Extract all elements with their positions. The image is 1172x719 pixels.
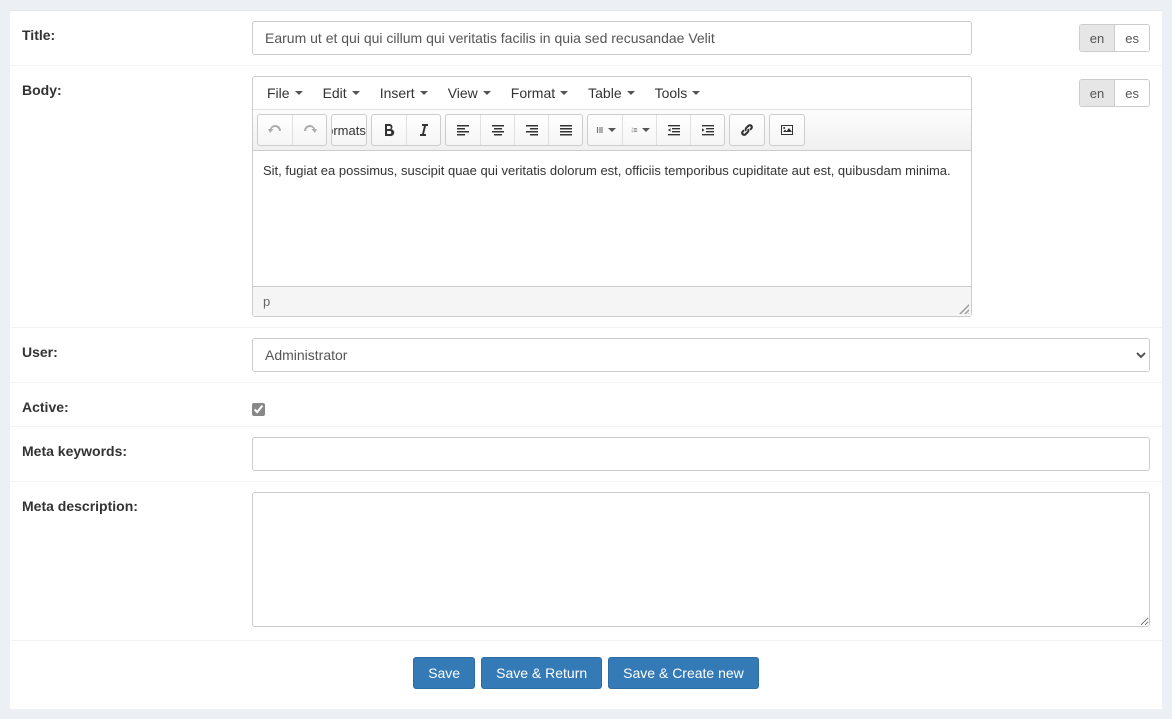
row-user: User: Administrator [10, 328, 1162, 383]
numbered-list-icon: 123 [631, 122, 638, 138]
label-active: Active: [22, 393, 252, 415]
meta-description-textarea[interactable] [252, 492, 1150, 627]
label-user: User: [22, 338, 252, 360]
redo-button[interactable] [292, 115, 326, 145]
align-justify-icon [558, 122, 574, 138]
caret-icon [642, 128, 650, 132]
outdent-button[interactable] [656, 115, 690, 145]
bullet-list-button[interactable] [588, 115, 622, 145]
lang-tab-es[interactable]: es [1114, 80, 1149, 106]
title-input[interactable] [252, 21, 972, 55]
editor-toolbar: Formats [253, 110, 971, 151]
editor-path: p [263, 294, 270, 309]
align-right-button[interactable] [514, 115, 548, 145]
caret-icon [627, 91, 635, 95]
label-body: Body: [22, 76, 252, 98]
menu-table[interactable]: Table [578, 79, 644, 107]
align-center-icon [490, 122, 506, 138]
caret-icon [352, 91, 360, 95]
indent-icon [700, 122, 716, 138]
resize-handle[interactable] [959, 304, 969, 314]
menu-insert[interactable]: Insert [370, 79, 438, 107]
title-lang-tabs: en es [1079, 24, 1150, 52]
caret-icon [295, 91, 303, 95]
image-icon [779, 122, 795, 138]
bullet-list-icon [596, 122, 604, 138]
outdent-icon [666, 122, 682, 138]
link-button[interactable] [730, 115, 764, 145]
italic-icon [416, 122, 432, 138]
editor-menubar: File Edit Insert View Format Table Tools [253, 77, 971, 110]
caret-icon [420, 91, 428, 95]
label-title: Title: [22, 21, 252, 43]
svg-text:3: 3 [631, 132, 633, 134]
redo-icon [302, 122, 318, 138]
caret-icon [560, 91, 568, 95]
user-select[interactable]: Administrator [252, 338, 1150, 372]
label-meta-description: Meta description: [22, 492, 252, 514]
formats-dropdown[interactable]: Formats [332, 115, 366, 145]
caret-icon [483, 91, 491, 95]
menu-edit[interactable]: Edit [313, 79, 370, 107]
align-justify-button[interactable] [548, 115, 582, 145]
row-active: Active: [10, 383, 1162, 427]
save-return-button[interactable]: Save & Return [481, 657, 602, 689]
link-icon [739, 122, 755, 138]
align-left-icon [455, 122, 471, 138]
active-checkbox[interactable] [252, 403, 265, 416]
menu-format[interactable]: Format [501, 79, 578, 107]
caret-icon [692, 91, 700, 95]
save-button[interactable]: Save [413, 657, 475, 689]
editor-statusbar: p [253, 286, 971, 316]
menu-view[interactable]: View [438, 79, 501, 107]
image-button[interactable] [770, 115, 804, 145]
lang-tab-en[interactable]: en [1080, 25, 1114, 51]
row-meta-description: Meta description: [10, 482, 1162, 641]
form-actions: Save Save & Return Save & Create new [10, 641, 1162, 709]
bold-button[interactable] [372, 115, 406, 145]
menu-file[interactable]: File [257, 79, 313, 107]
undo-icon [267, 122, 283, 138]
menu-tools[interactable]: Tools [645, 79, 711, 107]
bold-icon [381, 122, 397, 138]
lang-tab-es[interactable]: es [1114, 25, 1149, 51]
caret-icon [608, 128, 616, 132]
body-lang-tabs: en es [1079, 79, 1150, 107]
label-meta-keywords: Meta keywords: [22, 437, 252, 459]
body-editor: File Edit Insert View Format Table Tools [252, 76, 972, 317]
row-body: Body: File Edit Insert View Format Table… [10, 66, 1162, 328]
undo-button[interactable] [258, 115, 292, 145]
align-left-button[interactable] [446, 115, 480, 145]
save-create-button[interactable]: Save & Create new [608, 657, 759, 689]
indent-button[interactable] [690, 115, 724, 145]
row-meta-keywords: Meta keywords: [10, 427, 1162, 482]
row-title: Title: en es [10, 11, 1162, 66]
numbered-list-button[interactable]: 123 [622, 115, 656, 145]
form-panel: Title: en es Body: File Edit Insert View [10, 10, 1162, 709]
italic-button[interactable] [406, 115, 440, 145]
meta-keywords-input[interactable] [252, 437, 1150, 471]
editor-content-area[interactable]: Sit, fugiat ea possimus, suscipit quae q… [253, 151, 971, 286]
lang-tab-en[interactable]: en [1080, 80, 1114, 106]
align-right-icon [524, 122, 540, 138]
align-center-button[interactable] [480, 115, 514, 145]
